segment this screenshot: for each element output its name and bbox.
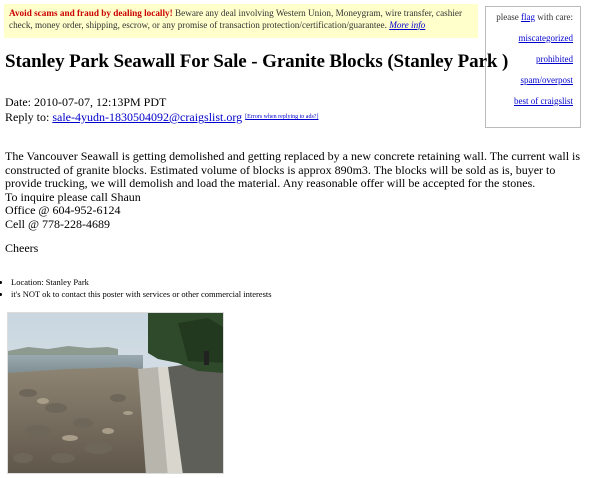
contact-notice-bullet: it's NOT ok to contact this poster with … bbox=[11, 289, 272, 301]
posting-body: The Vancouver Seawall is getting demolis… bbox=[5, 149, 585, 231]
body-inquire-line: To inquire please call Shaun bbox=[5, 189, 141, 204]
flag-link[interactable]: flag bbox=[521, 12, 535, 22]
body-office-phone: Office @ 604-952-6124 bbox=[5, 203, 121, 217]
reply-errors-link[interactable]: [Errors when replying to ads?] bbox=[245, 114, 318, 120]
posting-bullets: Location: Stanley Park it's NOT ok to co… bbox=[0, 277, 272, 300]
posting-date: Date: 2010-07-07, 12:13PM PDT bbox=[5, 95, 167, 109]
flag-prefix: please bbox=[496, 12, 522, 22]
scam-warning: Avoid scams and fraud by dealing locally… bbox=[4, 4, 478, 38]
flag-spam-link[interactable]: spam/overpost bbox=[486, 75, 574, 85]
reply-label: Reply to: bbox=[5, 110, 53, 124]
body-paragraph: The Vancouver Seawall is getting demolis… bbox=[5, 149, 581, 190]
flag-suffix: with care: bbox=[535, 12, 573, 22]
signoff: Cheers bbox=[5, 241, 39, 255]
scam-warning-heading: Avoid scams and fraud by dealing locally… bbox=[9, 8, 173, 18]
flag-heading: please flag with care: bbox=[486, 12, 573, 22]
seawall-photo-image bbox=[8, 313, 223, 473]
reply-email-link[interactable]: sale-4yudn-1830504092@craigslist.org bbox=[52, 110, 242, 124]
more-info-link[interactable]: More info bbox=[389, 20, 425, 30]
location-bullet: Location: Stanley Park bbox=[11, 277, 272, 289]
seawall-photo[interactable] bbox=[7, 312, 224, 474]
body-cell-phone: Cell @ 778-228-4689 bbox=[5, 216, 111, 231]
flag-miscategorized-link[interactable]: miscategorized bbox=[486, 33, 573, 43]
posting-meta: Date: 2010-07-07, 12:13PM PDT Reply to: … bbox=[5, 95, 318, 125]
posting-title: Stanley Park Seawall For Sale - Granite … bbox=[5, 51, 509, 72]
reply-line: Reply to: sale-4yudn-1830504092@craigsli… bbox=[5, 110, 318, 125]
flag-best-of-link[interactable]: best of craigslist bbox=[486, 96, 573, 106]
